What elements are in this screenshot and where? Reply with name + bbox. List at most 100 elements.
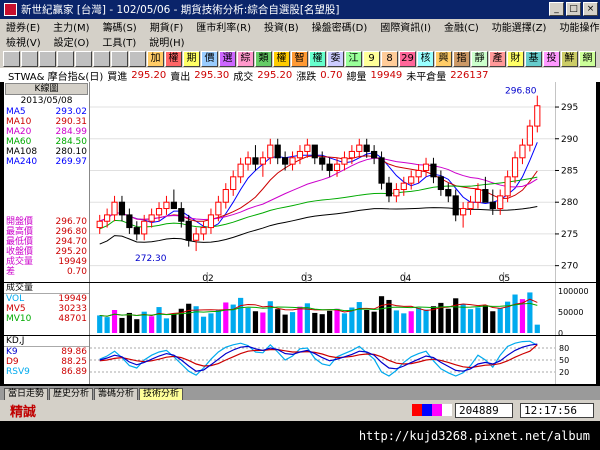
price-chart[interactable]: 02 03 04 05 272.30 296.80 xyxy=(90,82,555,284)
toolbar-icon-button[interactable] xyxy=(93,50,110,67)
candle-body xyxy=(534,105,541,127)
kdj-chart-svg xyxy=(90,340,555,377)
candle-body xyxy=(467,201,474,210)
candle-body xyxy=(259,157,266,165)
toolbar-button[interactable]: 權 xyxy=(273,50,290,67)
candle-body xyxy=(274,144,281,159)
kdj-chart[interactable] xyxy=(90,336,555,384)
volume-axis: 100000 50000 0 xyxy=(554,283,596,338)
toolbar-button[interactable]: 指 xyxy=(453,50,470,67)
menu-item[interactable]: 功能操作(O) xyxy=(559,19,600,34)
toolbar-icon-button[interactable] xyxy=(39,50,56,67)
toolbar-icon-button[interactable] xyxy=(21,50,38,67)
menu-item[interactable]: 證券(E) xyxy=(6,19,40,34)
ma-label: MA20 xyxy=(6,127,32,137)
toolbar-button[interactable]: 財 xyxy=(507,50,524,67)
kline-button[interactable]: K線圖 xyxy=(5,83,88,95)
toolbar-button[interactable]: 加 xyxy=(147,50,164,67)
menu-item[interactable]: 投資(B) xyxy=(264,19,299,34)
toolbar-icon-button[interactable] xyxy=(3,50,20,67)
toolbar-button[interactable]: 價 xyxy=(201,50,218,67)
candle-body xyxy=(348,150,355,159)
menu-item[interactable]: 功能選擇(Z) xyxy=(492,19,547,34)
toolbar-button[interactable]: 靜 xyxy=(471,50,488,67)
watermark-url: http://kujd3268.pixnet.net/album xyxy=(0,421,600,450)
candle-body xyxy=(393,189,400,197)
toolbar-button[interactable]: 期 xyxy=(183,50,200,67)
toolbar-button[interactable]: 委 xyxy=(327,50,344,67)
kdj-axis-label: 80 xyxy=(559,344,569,353)
menu-item[interactable]: 檢視(V) xyxy=(6,34,41,49)
volume-bar xyxy=(238,297,244,333)
ma-line-10 xyxy=(99,155,538,222)
volume-bar xyxy=(497,308,503,333)
menu-item[interactable]: 金融(C) xyxy=(444,19,479,34)
toolbar-button[interactable]: 核 xyxy=(417,50,434,67)
toolbar-button[interactable]: 類 xyxy=(255,50,272,67)
menu-item[interactable]: 期貨(F) xyxy=(150,19,184,34)
toolbar-button[interactable]: 鮮 xyxy=(561,50,578,67)
menu-item[interactable]: 工具(T) xyxy=(102,34,136,49)
toolbar-icon-button[interactable] xyxy=(111,50,128,67)
toolbar-button[interactable]: 8 xyxy=(381,50,398,67)
price-axis-label: 295 xyxy=(561,103,578,113)
ma-list: MA5 293.02 MA10 290.31 MA20 284.99 MA60 284.50 M… xyxy=(4,107,89,167)
toolbar-button[interactable]: 權 xyxy=(165,50,182,67)
menu-item[interactable]: 主力(M) xyxy=(53,19,89,34)
candle-body xyxy=(474,189,482,203)
toolbar-button[interactable]: 權 xyxy=(309,50,326,67)
menu-item[interactable]: 匯市利率(R) xyxy=(196,19,251,34)
menu-item[interactable]: 國際資訊(I) xyxy=(380,19,431,34)
candle-body xyxy=(111,201,118,216)
volume-bar xyxy=(208,313,214,333)
tab-3[interactable]: 技術分析 xyxy=(139,388,184,400)
maximize-button[interactable]: □ xyxy=(566,2,581,16)
candle-body xyxy=(497,195,504,210)
menu-item[interactable]: 設定(O) xyxy=(54,34,90,49)
toolbar-button[interactable]: 網 xyxy=(579,50,596,67)
toolbar-button[interactable]: 產 xyxy=(489,50,506,67)
tab-0[interactable]: 當日走勢 xyxy=(4,388,49,400)
ma-row: MA10 290.31 xyxy=(4,117,89,127)
toolbar-icon-button[interactable] xyxy=(75,50,92,67)
quote-info-bar: STWA& 摩台指&(日) 買進 295.20 賣出 295.30 成交 295… xyxy=(0,68,600,83)
kdj-axis-label: 50 xyxy=(559,356,569,365)
toolbar-button[interactable]: 基 xyxy=(525,50,542,67)
quote-row: 開盤價 296.70 xyxy=(4,217,89,227)
tab-1[interactable]: 歷史分析 xyxy=(49,388,94,400)
ma-line-20 xyxy=(99,157,538,222)
volume-bar xyxy=(282,314,288,333)
volume-bar xyxy=(371,311,377,333)
legend-row: VOL 19949 xyxy=(4,294,89,304)
toolbar-button[interactable]: 選 xyxy=(219,50,236,67)
toolbar-button[interactable]: 9 xyxy=(363,50,380,67)
volume-bar xyxy=(215,310,221,333)
legend-row: MV10 48701 xyxy=(4,314,89,324)
toolbar-icon-button[interactable] xyxy=(129,50,146,67)
candle-body xyxy=(244,157,252,165)
ma-row: MA60 284.50 xyxy=(4,137,89,147)
toolbar-button[interactable]: 29 xyxy=(399,50,416,67)
legend-value: 86.89 xyxy=(61,367,87,377)
menu-item[interactable]: 操盤密碼(D) xyxy=(312,19,368,34)
toolbar-button[interactable]: 興 xyxy=(435,50,452,67)
menu-item[interactable]: 說明(H) xyxy=(149,34,184,49)
quote-label: 差 xyxy=(6,267,16,277)
menu-row-2: 檢視(V) 設定(O) 工具(T) 說明(H) xyxy=(0,34,600,49)
toolbar-button[interactable]: 智 xyxy=(291,50,308,67)
price-axis-label: 280 xyxy=(561,198,578,208)
volume-bar xyxy=(423,309,429,333)
ma-line-60 xyxy=(99,206,538,245)
menu-item[interactable]: 籌碼(S) xyxy=(103,19,137,34)
close-button[interactable]: × xyxy=(583,2,598,16)
toolbar-button[interactable]: 綜 xyxy=(237,50,254,67)
tab-2[interactable]: 籌碼分析 xyxy=(94,388,139,400)
minimize-button[interactable]: _ xyxy=(549,2,564,16)
toolbar-button[interactable]: 江 xyxy=(345,50,362,67)
candle-body xyxy=(267,144,274,159)
volume-bar xyxy=(527,292,533,333)
toolbar-icon-button[interactable] xyxy=(57,50,74,67)
toolbar-button[interactable]: 投 xyxy=(543,50,560,67)
volume-chart[interactable] xyxy=(90,283,555,335)
volume-bar xyxy=(297,306,303,333)
